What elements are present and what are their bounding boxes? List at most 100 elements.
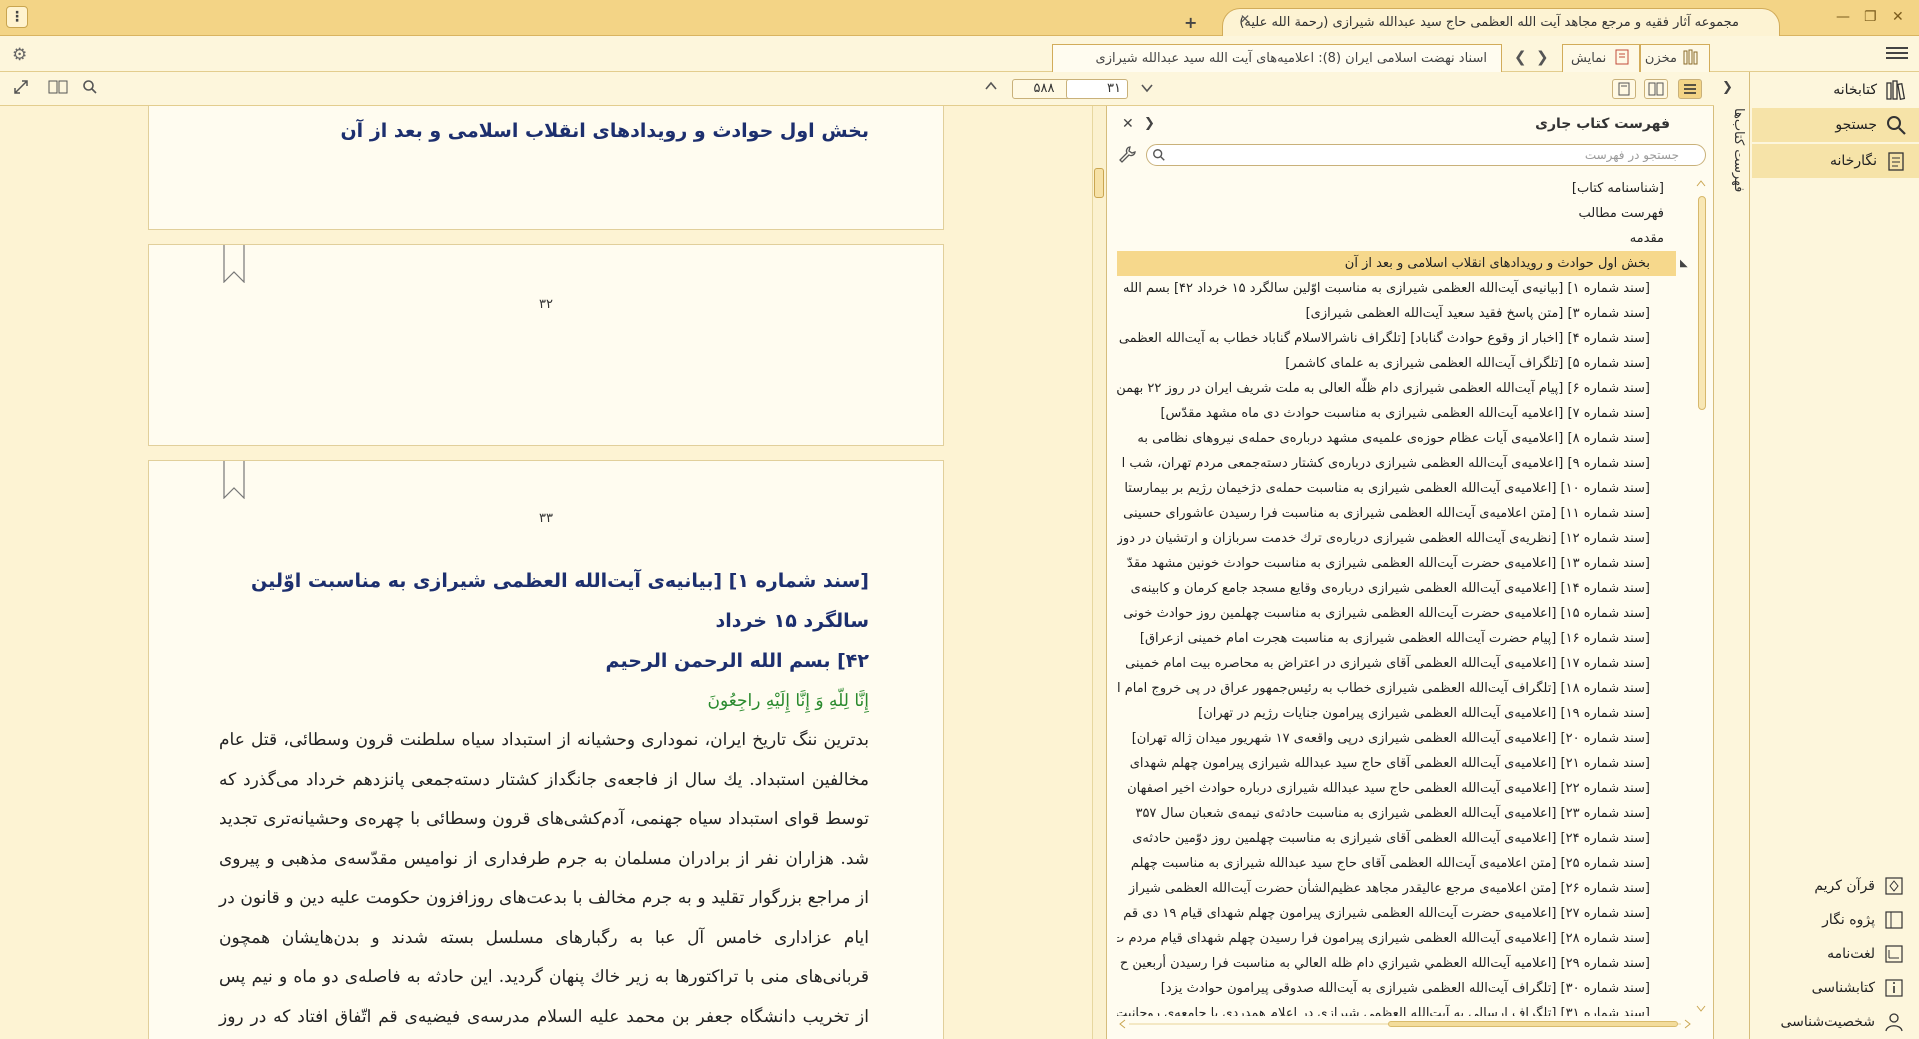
expand-triangle-icon[interactable]: ◣ [1680,258,1688,269]
chevron-right-icon[interactable]: ❯ [1722,80,1733,95]
toc-item[interactable]: [سند شماره ۷] [اعلامیه آیت‌الله العظمی ش… [1117,401,1676,426]
reading-pane: بخش اول حوادث و رویدادهای انقلاب اسلامی … [0,106,1092,1039]
nav-search[interactable]: جستجو [1752,108,1919,142]
page-number-input[interactable]: ۳۱ [1066,79,1128,99]
toc-item[interactable]: [سند شماره ۱۹] [اعلامیه‌ی آیت‌الله العظم… [1117,701,1676,726]
books-icon [1885,79,1907,101]
toc-item[interactable]: [سند شماره ۱۱] [متن اعلامیه‌ی آیت‌الله ا… [1117,501,1676,526]
nav-notes-label: نگارخانه [1830,153,1877,169]
toc-item[interactable]: [سند شماره ۱۸] [تلگراف آیت‌الله العظمی ش… [1117,676,1676,701]
toc-item[interactable]: [سند شماره ۲۷] [اعلامیه‌ی حضرت آیت‌الله … [1117,901,1676,926]
toc-item[interactable]: [سند شماره ۱] [بیانیه‌ی آیت‌الله العظمی … [1117,276,1676,301]
chevron-left-icon[interactable]: ❮ [1514,48,1527,66]
reader-scroll-thumb[interactable] [1094,168,1104,198]
toc-item[interactable]: [شناسنامه کتاب] [1117,176,1676,201]
new-tab-button[interactable]: + [1184,13,1197,32]
restore-icon[interactable]: ❐ [1864,9,1877,25]
toc-item[interactable]: [سند شماره ۲۵] [متن اعلامیه‌ی آیت‌الله ا… [1117,851,1676,876]
search-icon[interactable] [82,79,98,95]
section-heading: بخش اول حوادث و رویدادهای انقلاب اسلامی … [340,120,869,142]
toc-item[interactable]: [سند شماره ۲۲] [اعلامیه‌ی آیت‌الله العظم… [1117,776,1676,801]
toc-item[interactable]: [سند شماره ۱۴] [اعلامیه‌ی آیت‌الله العظم… [1117,576,1676,601]
toc-item[interactable]: [سند شماره ۵] [تلگراف آیت‌الله العظمی شی… [1117,351,1676,376]
toc-item[interactable]: [سند شماره ۲۴] [اعلامیه‌ی آیت‌الله العظم… [1117,826,1676,851]
search-icon [1152,148,1166,162]
reader-scrollbar[interactable] [1092,106,1106,1039]
research-icon [1883,909,1905,931]
tab-namayesh-label: نمایش [1571,51,1607,66]
expand-icon[interactable] [12,78,30,96]
notes-icon [1885,150,1907,172]
nav-library[interactable]: کتابخانه [1752,73,1919,107]
nav-dictionary[interactable]: لغت‌نامه [1752,939,1917,969]
toc-item[interactable]: [سند شماره ۸] [اعلامیه‌ی آیات عظام حوزه‌… [1117,426,1676,451]
toc-item[interactable]: فهرست مطالب [1117,201,1676,226]
toc-item[interactable]: مقدمه [1117,226,1676,251]
tab-makhzan[interactable]: مخزن [1640,44,1710,72]
book-list-strip [1714,72,1750,1039]
double-page-toggle[interactable] [1644,79,1668,99]
gear-icon[interactable]: ⚙ [12,45,27,65]
document-tab-title: مجموعه آثار فقیه و مرجع مجاهد آیت الله ا… [1239,15,1739,30]
toc-title: فهرست کتاب جاری [1535,116,1670,132]
document-tab[interactable]: مجموعه آثار فقیه و مرجع مجاهد آیت الله ا… [1222,8,1780,36]
toc-item[interactable]: [سند شماره ۱۶] [پیام حضرت آیت‌الله العظم… [1117,626,1676,651]
list-view-toggle[interactable] [1678,79,1702,99]
close-icon[interactable]: ✕ [1122,116,1134,132]
chevron-down-icon[interactable] [1140,82,1154,94]
app-menu-button[interactable]: ⋮ [6,6,28,28]
wrench-icon[interactable] [1118,145,1136,163]
toc-item[interactable]: [سند شماره ۱۷] [اعلامیه‌ی آیت‌الله العظم… [1117,651,1676,676]
nav-bibliography[interactable]: کتابشناسی [1752,973,1917,1003]
toc-item[interactable]: [سند شماره ۲۰] [اعلامیه‌ی آیت‌الله العظم… [1117,726,1676,751]
toc-item[interactable]: [سند شماره ۱۳] [اعلامیه‌ی حضرت آیت‌الله … [1117,551,1676,576]
nav-notes[interactable]: نگارخانه [1752,144,1919,178]
nav-biography-label: شخصیت‌شناسی [1780,1014,1876,1030]
close-window-icon[interactable]: ✕ [1892,9,1904,25]
document-heading-line2: ۴۲] بسم الله الرحمن الرحیم [605,650,869,672]
toc-item[interactable]: [سند شماره ۲۳] [اعلامیه‌ی آیت‌الله العظم… [1117,801,1676,826]
chevron-up-icon[interactable] [984,80,998,92]
toc-item[interactable]: [سند شماره ۳۰] [تلگراف آیت‌الله العظمی ش… [1117,976,1676,1001]
page-33: ۳۳ [سند شماره ۱] [بیانیه‌ی آیت‌الله العظ… [148,460,944,1039]
nav-biography[interactable]: شخصیت‌شناسی [1752,1007,1917,1037]
compare-icon[interactable] [48,79,68,95]
tab-current-book[interactable]: اسناد نهضت اسلامی ایران (8): اعلامیه‌های… [1052,44,1502,72]
minimize-icon[interactable]: — [1836,9,1850,25]
toc-item[interactable]: [سند شماره ۲۱] [اعلامیه‌ی آیت‌الله العظم… [1117,751,1676,776]
toc-item[interactable]: [سند شماره ۲۶] [متن اعلامیه‌ی مرجع عالیق… [1117,876,1676,901]
bookmark-icon[interactable] [223,245,245,283]
toc-item[interactable]: [سند شماره ۲۹] [اعلامیه آیت‌الله العظمي … [1117,951,1676,976]
chevron-right-icon[interactable]: ❯ [1144,116,1155,131]
toc-list: [شناسنامه کتاب] فهرست مطالب مقدمه بخش اول ح… [1117,176,1676,1016]
toc-item[interactable]: [سند شماره ۲۸] [اعلامیه‌ی آیت‌الله العظم… [1117,926,1676,951]
toc-item[interactable]: [سند شماره ۳۱] [تلگراف ارسالی به آیت‌الل… [1117,1001,1676,1016]
toc-search-input[interactable]: جستجو در فهرست [1146,144,1706,166]
page-number-33: ۳۳ [539,511,553,526]
person-icon [1883,1011,1905,1033]
toc-item[interactable]: [سند شماره ۹] [اعلامیه‌ی آیت‌الله العظمی… [1117,451,1676,476]
toc-item[interactable]: [سند شماره ۱۵] [اعلامیه‌ی حضرت آیت‌الله … [1117,601,1676,626]
toc-item[interactable]: [سند شماره ۳] [متن پاسخ فقید سعید آیت‌ال… [1117,301,1676,326]
bookmark-icon[interactable] [223,461,245,499]
hamburger-menu-icon[interactable] [1886,44,1908,64]
nav-research[interactable]: پژوه نگار [1752,905,1917,935]
nav-quran[interactable]: قرآن کریم [1752,871,1917,901]
tab-namayesh[interactable]: نمایش [1562,44,1640,72]
books-icon [1683,48,1701,70]
chevron-right-icon[interactable]: ❯ [1536,48,1549,66]
toc-item[interactable]: [سند شماره ۱۰] [اعلامیه‌ی آیت‌الله العظم… [1117,476,1676,501]
single-page-toggle[interactable] [1612,79,1636,99]
page-31: بخش اول حوادث و رویدادهای انقلاب اسلامی … [148,106,944,230]
book-list-label[interactable]: فهرست کتاب‌ها [1718,108,1746,208]
close-tab-icon[interactable]: ✕ [1240,12,1250,26]
page-number-32: ۳۲ [539,297,553,312]
toc-item-selected[interactable]: بخش اول حوادث و رویدادهای انقلاب اسلامی … [1117,251,1676,276]
toc-horizontal-thumb[interactable] [1388,1021,1678,1027]
toc-item[interactable]: [سند شماره ۴] [اخبار از وقوع حوادث گنابا… [1117,326,1676,351]
nav-search-label: جستجو [1835,117,1877,133]
dictionary-icon [1883,943,1905,965]
toc-scroll-thumb[interactable] [1698,196,1706,410]
toc-item[interactable]: [سند شماره ۱۲] [نظریه‌ی آیت‌الله العظمی … [1117,526,1676,551]
toc-item[interactable]: [سند شماره ۶] [پیام آیت‌الله العظمی شیرا… [1117,376,1676,401]
